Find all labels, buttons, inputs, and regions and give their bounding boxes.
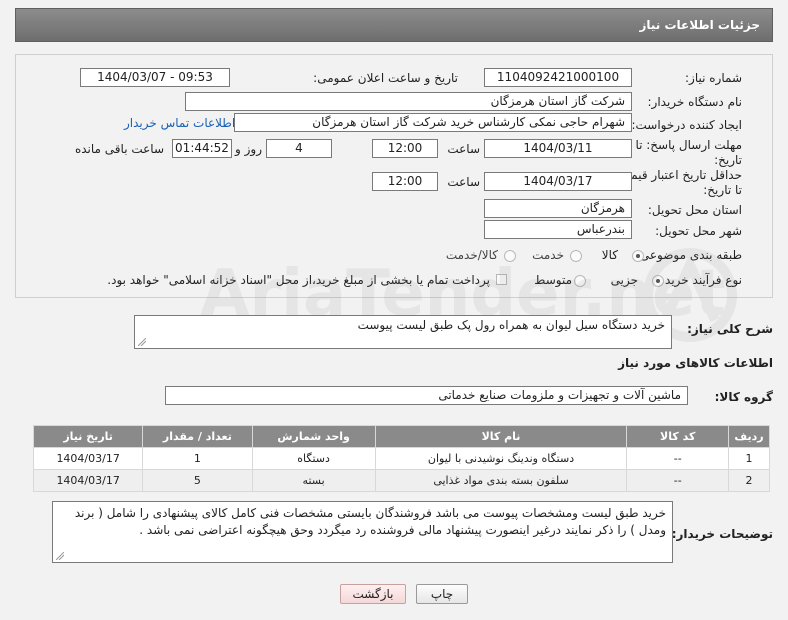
creator-label: ایجاد کننده درخواست: xyxy=(631,118,742,132)
buyer-notes-field: خرید طبق لیست ومشخصات پیوست می باشد فروش… xyxy=(52,501,673,563)
page-header: جزئیات اطلاعات نیاز xyxy=(15,8,773,42)
category-option-service: خدمت xyxy=(532,248,564,262)
buyer-contact-link[interactable]: اطلاعات تماس خریدار xyxy=(124,116,235,130)
days-label: روز و xyxy=(235,142,262,156)
remaining-time-field: 01:44:52 xyxy=(172,139,232,158)
cell-code: -- xyxy=(626,469,730,492)
cell-code: -- xyxy=(626,447,730,470)
treasury-payment-checkbox[interactable] xyxy=(496,274,507,285)
cell-quantity: 1 xyxy=(142,447,253,470)
deadline-time-label: ساعت xyxy=(447,142,480,156)
category-label: طبقه بندی موضوعی: xyxy=(635,248,742,262)
category-radio-goods[interactable] xyxy=(632,250,644,262)
city-label: شهر محل تحویل: xyxy=(655,224,742,238)
process-radio-minor[interactable] xyxy=(652,275,664,287)
need-number-field: 1104092421000100 xyxy=(484,68,632,87)
need-number-label: شماره نیاز: xyxy=(685,71,742,85)
buyer-org-field: شرکت گاز استان هرمزگان xyxy=(185,92,632,111)
summary-label: شرح کلی نیاز: xyxy=(687,322,773,336)
process-radio-medium[interactable] xyxy=(574,275,586,287)
creator-field: شهرام حاجی نمکی کارشناس خرید شرکت گاز اس… xyxy=(234,113,632,132)
days-field: 4 xyxy=(266,139,332,158)
category-option-goods: کالا xyxy=(601,248,618,262)
buyer-notes-label: توضیحات خریدار: xyxy=(671,527,773,541)
process-option-medium: متوسط xyxy=(534,273,572,287)
validity-date-field: 1404/03/17 xyxy=(484,172,632,191)
cell-row-number: 1 xyxy=(728,447,770,470)
cell-unit: بسته xyxy=(251,469,376,492)
column-header-row: ردیف xyxy=(728,425,770,448)
cell-unit: دستگاه xyxy=(251,447,376,470)
announce-field: 1404/03/07 - 09:53 xyxy=(80,68,230,87)
deadline-date-field: 1404/03/11 xyxy=(484,139,632,158)
cell-quantity: 5 xyxy=(142,469,253,492)
category-radio-service[interactable] xyxy=(570,250,582,262)
cell-row-number: 2 xyxy=(728,469,770,492)
treasury-payment-note: پرداخت تمام یا بخشی از مبلغ خرید،از محل … xyxy=(107,273,490,287)
table-row: 2 -- سلفون بسته بندی مواد غذایی بسته 5 1… xyxy=(32,469,770,492)
province-label: استان محل تحویل: xyxy=(647,203,742,217)
deadline-time-field: 12:00 xyxy=(372,139,438,158)
goods-section-title: اطلاعات کالاهای مورد نیاز xyxy=(618,356,773,370)
column-header-need-date: تاریخ نیاز xyxy=(32,425,144,448)
cell-need-date: 1404/03/17 xyxy=(32,447,144,470)
goods-group-field: ماشین آلات و تجهیزات و ملزومات صنایع خدم… xyxy=(165,386,688,405)
category-option-both: کالا/خدمت xyxy=(445,248,498,262)
column-header-name: نام کالا xyxy=(374,425,628,448)
column-header-quantity: تعداد / مقدار xyxy=(142,425,253,448)
table-row: 1 -- دستگاه وندینگ نوشیدنی با لیوان دستگ… xyxy=(32,447,770,470)
city-field: بندرعباس xyxy=(484,220,632,239)
resize-grip-icon[interactable] xyxy=(138,338,146,346)
cell-name: دستگاه وندینگ نوشیدنی با لیوان xyxy=(374,447,628,470)
process-label: نوع فرآیند خرید : xyxy=(657,273,742,287)
print-button[interactable]: چاپ xyxy=(416,584,468,604)
summary-text: خرید دستگاه سیل لیوان به همراه رول پک طب… xyxy=(357,318,665,332)
buyer-notes-text: خرید طبق لیست ومشخصات پیوست می باشد فروش… xyxy=(74,506,666,537)
province-field: هرمزگان xyxy=(484,199,632,218)
resize-grip-icon[interactable] xyxy=(56,552,64,560)
column-header-code: کد کالا xyxy=(626,425,730,448)
back-button[interactable]: بازگشت xyxy=(340,584,406,604)
cell-need-date: 1404/03/17 xyxy=(32,469,144,492)
remaining-label: ساعت باقی مانده xyxy=(74,142,164,156)
validity-time-label: ساعت xyxy=(447,175,480,189)
page-title: جزئیات اطلاعات نیاز xyxy=(639,18,760,32)
deadline-label: مهلت ارسال پاسخ: تا تاریخ: xyxy=(635,138,742,167)
goods-group-label: گروه کالا: xyxy=(714,390,773,404)
process-option-minor: جزیی xyxy=(610,273,638,287)
validity-time-field: 12:00 xyxy=(372,172,438,191)
column-header-unit: واحد شمارش xyxy=(251,425,376,448)
buyer-org-label: نام دستگاه خریدار: xyxy=(647,95,743,109)
goods-table: ردیف کد کالا نام کالا واحد شمارش تعداد /… xyxy=(32,425,770,492)
table-header-row: ردیف کد کالا نام کالا واحد شمارش تعداد /… xyxy=(32,425,770,448)
summary-field: خرید دستگاه سیل لیوان به همراه رول پک طب… xyxy=(134,315,672,349)
announce-label: تاریخ و ساعت اعلان عمومی: xyxy=(313,71,458,85)
category-radio-both[interactable] xyxy=(504,250,516,262)
cell-name: سلفون بسته بندی مواد غذایی xyxy=(374,469,628,492)
